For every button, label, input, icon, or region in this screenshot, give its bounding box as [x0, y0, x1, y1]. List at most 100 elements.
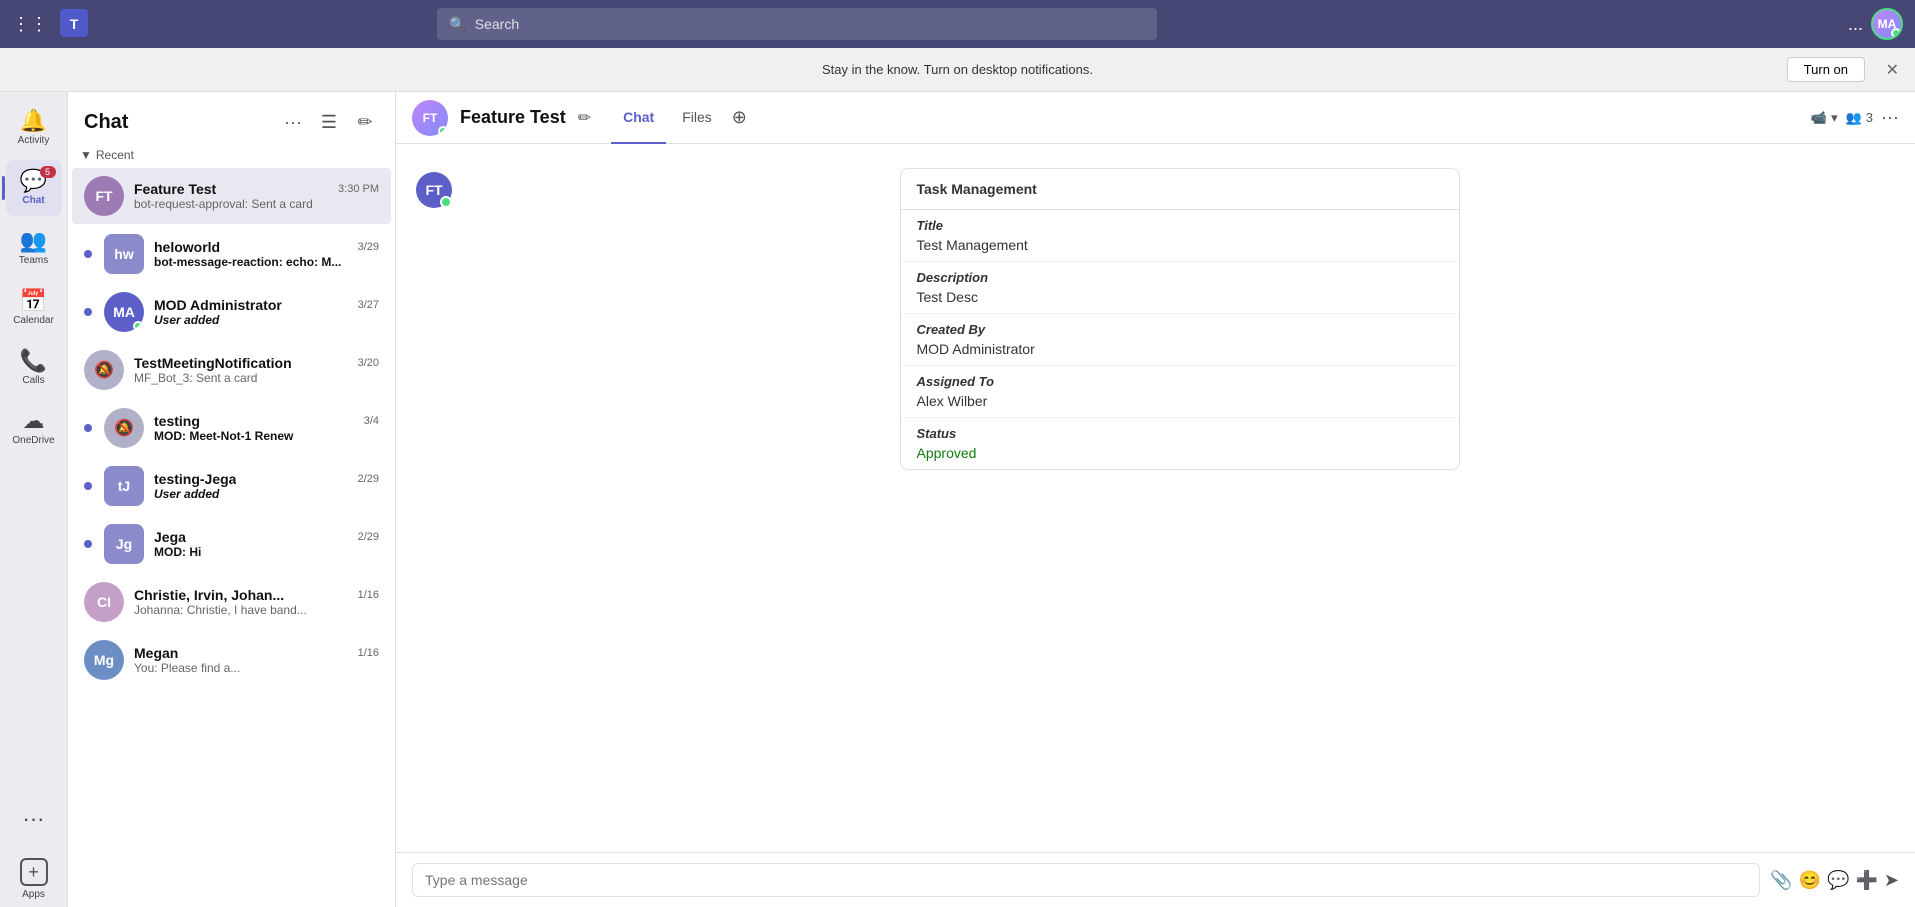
task-field-description: Description Test Desc: [901, 262, 1459, 314]
task-value-status: Approved: [917, 445, 1443, 461]
message-input[interactable]: [412, 863, 1760, 897]
chat-info: Christie, Irvin, Johan... 1/16 Johanna: …: [134, 587, 379, 617]
chat-preview: Johanna: Christie, I have band...: [134, 603, 379, 617]
edit-icon[interactable]: ✏: [578, 108, 591, 128]
list-item[interactable]: tJ testing-Jega 2/29 User added: [72, 458, 391, 514]
sidebar-item-more[interactable]: ···: [6, 791, 62, 847]
chat-info: TestMeetingNotification 3/20 MF_Bot_3: S…: [134, 355, 379, 385]
top-bar: ⋮⋮ T 🔍 ... MA: [0, 0, 1915, 48]
emoji-button[interactable]: 😊: [1799, 870, 1821, 891]
chat-time: 1/16: [358, 589, 379, 601]
chat-info: heloworld 3/29 bot-message-reaction: ech…: [154, 239, 379, 269]
avatar: FT: [84, 176, 124, 216]
user-avatar[interactable]: MA: [1871, 8, 1903, 40]
sticker-button[interactable]: 💬: [1827, 870, 1849, 891]
unread-indicator: [84, 482, 92, 490]
chat-list-title: Chat: [84, 111, 128, 134]
list-item[interactable]: FT Feature Test 3:30 PM bot-request-appr…: [72, 168, 391, 224]
unread-indicator: [84, 308, 92, 316]
close-notification-icon[interactable]: ✕: [1886, 60, 1899, 80]
task-field-created-by: Created By MOD Administrator: [901, 314, 1459, 366]
search-input[interactable]: [475, 16, 1146, 32]
message-avatar: FT: [416, 172, 452, 208]
chat-name: heloworld: [154, 239, 220, 255]
online-indicator: [438, 126, 448, 136]
calls-icon: 📞: [20, 350, 47, 372]
task-label: Title: [917, 218, 1443, 233]
channel-avatar: FT: [412, 100, 448, 136]
task-field-status: Status Approved: [901, 418, 1459, 469]
add-tab-button[interactable]: ⊕: [728, 107, 751, 128]
chat-name: Jega: [154, 529, 186, 545]
calendar-icon: 📅: [20, 290, 47, 312]
search-box[interactable]: 🔍: [437, 8, 1157, 40]
participant-count: 3: [1866, 110, 1873, 125]
chat-info: testing 3/4 MOD: Meet-Not-1 Renew: [154, 413, 379, 443]
sidebar-label-chat: Chat: [22, 195, 44, 206]
new-chat-button[interactable]: ✏: [351, 108, 379, 136]
list-item[interactable]: Jg Jega 2/29 MOD: Hi: [72, 516, 391, 572]
list-item[interactable]: Mg Megan 1/16 You: Please find a...: [72, 632, 391, 688]
send-button[interactable]: ➤: [1884, 870, 1899, 891]
chat-list-panel: Chat ··· ☰ ✏ ▼ Recent FT Feature Test 3:…: [68, 92, 396, 907]
app-grid-icon[interactable]: ⋮⋮: [12, 14, 48, 35]
chat-filter-button[interactable]: ☰: [315, 108, 343, 136]
chat-name: testing-Jega: [154, 471, 236, 487]
turn-on-button[interactable]: Turn on: [1787, 57, 1865, 82]
online-dot: [440, 196, 452, 208]
chat-name: testing: [154, 413, 200, 429]
svg-text:T: T: [70, 16, 79, 32]
sidebar-item-teams[interactable]: 👥 Teams: [6, 220, 62, 276]
main-layout: 🔔 Activity 💬 5 Chat 👥 Teams 📅 Calendar 📞…: [0, 92, 1915, 907]
sidebar-label-apps: Apps: [22, 889, 45, 900]
add-button[interactable]: ➕: [1855, 870, 1877, 891]
sidebar-item-apps[interactable]: + Apps: [6, 851, 62, 907]
task-value: MOD Administrator: [917, 341, 1443, 357]
channel-header: FT Feature Test ✏ Chat Files ⊕ 📹 ▾ 👥 3: [396, 92, 1915, 144]
avatar: tJ: [104, 466, 144, 506]
avatar: Jg: [104, 524, 144, 564]
list-item[interactable]: 🔕 TestMeetingNotification 3/20 MF_Bot_3:…: [72, 342, 391, 398]
list-item[interactable]: 🔕 testing 3/4 MOD: Meet-Not-1 Renew: [72, 400, 391, 456]
attach-button[interactable]: 📎: [1770, 870, 1792, 891]
recent-section-label[interactable]: ▼ Recent: [68, 144, 395, 166]
participants-button[interactable]: 👥 3: [1846, 110, 1873, 126]
chat-time: 2/29: [358, 531, 379, 543]
sidebar-item-calls[interactable]: 📞 Calls: [6, 340, 62, 396]
avatar: CI: [84, 582, 124, 622]
chat-preview: bot-message-reaction: echo: M...: [154, 255, 379, 269]
chat-preview: User added: [154, 487, 379, 501]
chevron-down-icon: ▼: [80, 148, 92, 162]
video-icon: 📹: [1811, 110, 1827, 126]
sidebar-item-onedrive[interactable]: ☁ OneDrive: [6, 400, 62, 456]
unread-indicator: [84, 250, 92, 258]
message-item: FT Task Management Title Test Management…: [416, 168, 1895, 470]
task-field-title: Title Test Management: [901, 210, 1459, 262]
chat-time: 1/16: [358, 647, 379, 659]
sidebar-item-chat[interactable]: 💬 5 Chat: [6, 160, 62, 216]
tab-chat[interactable]: Chat: [611, 92, 666, 144]
chat-info: Megan 1/16 You: Please find a...: [134, 645, 379, 675]
list-item[interactable]: CI Christie, Irvin, Johan... 1/16 Johann…: [72, 574, 391, 630]
list-item[interactable]: MA MOD Administrator 3/27 User added: [72, 284, 391, 340]
tab-files[interactable]: Files: [670, 92, 724, 144]
sidebar-item-activity[interactable]: 🔔 Activity: [6, 100, 62, 156]
video-call-button[interactable]: 📹 ▾: [1811, 110, 1838, 126]
sidebar-label-activity: Activity: [18, 135, 50, 146]
chat-header-icons: ··· ☰ ✏: [279, 108, 379, 136]
channel-more-options[interactable]: ···: [1881, 107, 1899, 128]
top-more-icon[interactable]: ...: [1848, 14, 1863, 35]
task-card-header: Task Management: [901, 169, 1459, 210]
teams-icon: 👥: [20, 230, 47, 252]
avatar: 🔕: [84, 350, 124, 390]
video-dropdown-icon: ▾: [1831, 110, 1838, 126]
chat-more-button[interactable]: ···: [279, 108, 307, 136]
list-item[interactable]: hw heloworld 3/29 bot-message-reaction: …: [72, 226, 391, 282]
chat-preview: MOD: Hi: [154, 545, 379, 559]
chat-name: MOD Administrator: [154, 297, 282, 313]
chat-time: 3:30 PM: [338, 183, 379, 195]
online-status: [133, 321, 143, 331]
chat-name: TestMeetingNotification: [134, 355, 292, 371]
chat-preview: bot-request-approval: Sent a card: [134, 197, 379, 211]
sidebar-item-calendar[interactable]: 📅 Calendar: [6, 280, 62, 336]
